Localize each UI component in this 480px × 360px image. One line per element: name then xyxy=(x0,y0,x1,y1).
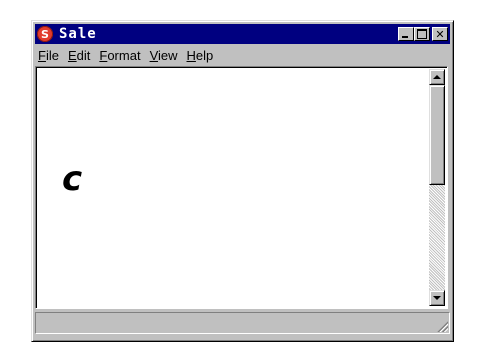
window-controls: ✕ xyxy=(398,27,448,41)
text-editor[interactable]: c xyxy=(35,66,448,309)
menu-bar: File Edit Format View Help xyxy=(35,46,450,64)
menu-view-label: iew xyxy=(158,47,178,63)
menu-edit-mnemonic: E xyxy=(67,47,77,63)
arrow-down-icon xyxy=(433,296,441,300)
document-text[interactable]: c xyxy=(62,162,82,196)
arrow-up-icon xyxy=(433,75,441,79)
scroll-thumb[interactable] xyxy=(429,85,445,185)
scroll-up-button[interactable] xyxy=(429,69,445,85)
menu-edit[interactable]: Edit xyxy=(65,48,96,63)
app-icon-letter: S xyxy=(41,27,49,41)
vertical-scrollbar[interactable] xyxy=(429,69,445,306)
close-button[interactable]: ✕ xyxy=(432,27,448,41)
minimize-icon xyxy=(402,36,408,38)
notepad-window: S Sale ✕ File Edit Format View Help c xyxy=(31,20,454,342)
menu-format-label: ormat xyxy=(107,47,141,63)
menu-help-mnemonic: H xyxy=(186,47,196,63)
resize-grip-icon[interactable] xyxy=(436,320,448,332)
menu-file-label: ile xyxy=(45,47,59,63)
maximize-icon xyxy=(417,29,427,39)
minimize-button[interactable] xyxy=(398,27,414,41)
maximize-button[interactable] xyxy=(414,27,430,41)
menu-file[interactable]: File xyxy=(35,48,65,63)
close-icon: ✕ xyxy=(435,27,445,41)
menu-view-mnemonic: V xyxy=(149,47,158,63)
menu-file-mnemonic: F xyxy=(38,47,46,63)
menu-help[interactable]: Help xyxy=(184,48,220,63)
menu-format[interactable]: Format xyxy=(96,48,146,63)
app-icon[interactable]: S xyxy=(37,26,53,42)
menu-view[interactable]: View xyxy=(147,48,184,63)
menu-edit-label: dit xyxy=(76,47,91,63)
menu-help-label: elp xyxy=(195,47,214,63)
window-title: Sale xyxy=(59,26,97,42)
scroll-down-button[interactable] xyxy=(429,290,445,306)
title-bar[interactable]: S Sale ✕ xyxy=(35,24,450,44)
status-bar xyxy=(35,312,450,334)
